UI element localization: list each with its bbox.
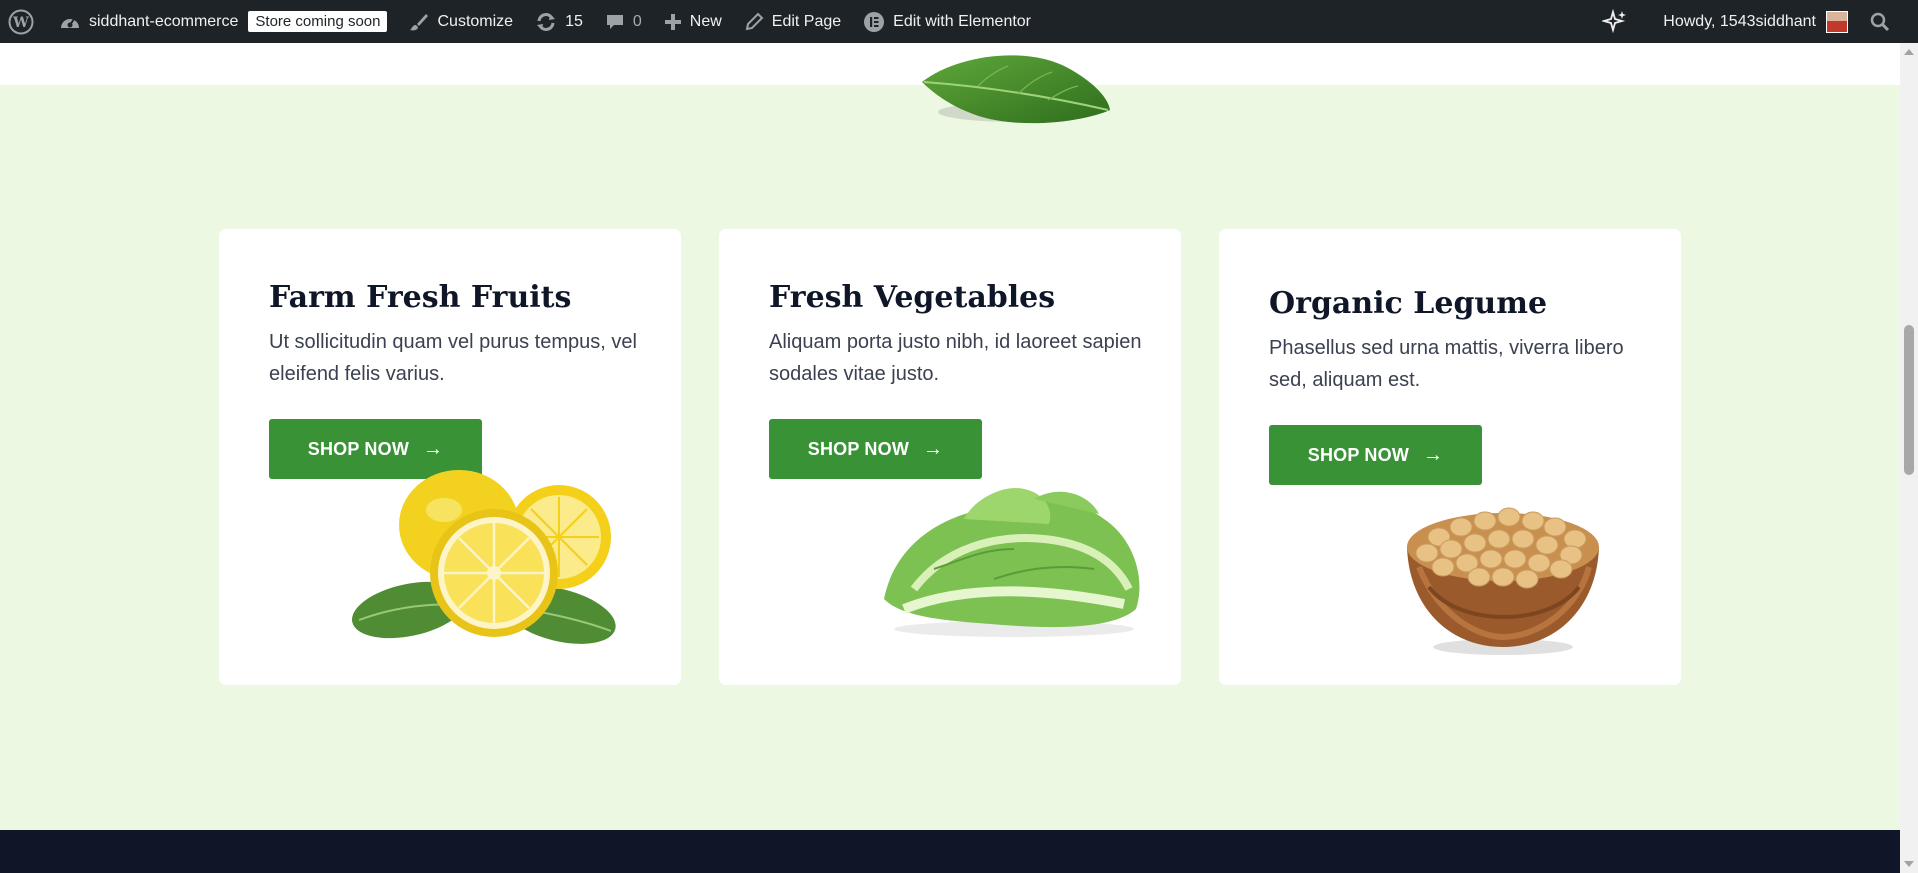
comments-link[interactable]: 0	[594, 0, 653, 43]
svg-text:W: W	[12, 15, 29, 31]
shop-now-button[interactable]: SHOP NOW →	[1269, 425, 1482, 485]
comments-count: 0	[632, 12, 642, 30]
paintbrush-icon	[410, 13, 429, 30]
card-description: Aliquam porta justo nibh, id laoreet sap…	[769, 331, 1142, 385]
updates-count: 15	[565, 12, 583, 30]
category-card-fruits: Farm Fresh Fruits Ut sollicitudin quam v…	[219, 229, 681, 685]
search-icon	[1870, 12, 1890, 31]
shop-now-label: SHOP NOW	[307, 438, 410, 459]
arrow-right-icon: →	[423, 437, 444, 460]
updates-refresh-icon	[537, 12, 556, 31]
wordpress-logo-button[interactable]: W	[0, 0, 45, 43]
edit-page-link[interactable]: Edit Page	[733, 0, 852, 43]
wordpress-icon: W	[8, 9, 34, 34]
scroll-up-arrow-icon[interactable]	[1904, 49, 1914, 55]
plus-icon	[664, 13, 681, 30]
lettuce-image	[884, 488, 1140, 637]
edit-elementor-link[interactable]: Edit with Elementor	[852, 0, 1042, 43]
customize-label: Customize	[437, 12, 514, 30]
site-name-label: siddhant-ecommerce	[89, 12, 239, 30]
updates-link[interactable]: 15	[524, 0, 594, 43]
edit-elementor-label: Edit with Elementor	[893, 12, 1032, 30]
card-description: Ut sollicitudin quam vel purus tempus, v…	[269, 331, 637, 385]
comment-bubble-icon	[606, 14, 623, 29]
category-card-legumes: Organic Legume Phasellus sed urna mattis…	[1219, 229, 1681, 685]
scroll-down-arrow-icon[interactable]	[1904, 861, 1914, 867]
arrow-right-icon: →	[1423, 443, 1444, 466]
elementor-icon	[864, 11, 885, 32]
search-button[interactable]	[1859, 0, 1890, 43]
howdy-label: Howdy, 1543siddhant	[1663, 12, 1816, 30]
my-account-link[interactable]: Howdy, 1543siddhant	[1652, 0, 1859, 43]
edit-page-label: Edit Page	[771, 12, 842, 30]
customize-link[interactable]: Customize	[398, 0, 524, 43]
scrollbar-thumb[interactable]	[1904, 325, 1914, 475]
category-card-vegetables: Fresh Vegetables Aliquam porta justo nib…	[719, 229, 1181, 685]
card-title: Farm Fresh Fruits	[269, 280, 572, 315]
ai-sparkle-button[interactable]	[1591, 0, 1652, 43]
card-description: Phasellus sed urna mattis, viverra liber…	[1269, 337, 1624, 391]
arrow-right-icon: →	[923, 437, 944, 460]
card-title: Fresh Vegetables	[769, 280, 1056, 315]
avatar	[1826, 10, 1848, 33]
footer-section	[0, 830, 1900, 873]
soybeans-bowl-image	[1407, 507, 1599, 655]
page-scrollbar[interactable]	[1900, 43, 1918, 873]
store-status-badge[interactable]: Store coming soon	[248, 11, 388, 32]
card-title: Organic Legume	[1269, 286, 1548, 321]
pencil-icon	[745, 12, 764, 30]
shop-now-label: SHOP NOW	[1307, 444, 1410, 465]
site-name-link[interactable]: siddhant-ecommerce Store coming soon	[45, 0, 398, 43]
basil-leaf-icon	[922, 55, 1110, 124]
new-label: New	[689, 12, 722, 30]
new-content-link[interactable]: New	[653, 0, 733, 43]
sparkle-icon	[1602, 8, 1627, 33]
shop-now-label: SHOP NOW	[807, 438, 910, 459]
wp-admin-bar: W siddhant-ecommerce Store coming soon C…	[0, 0, 1918, 43]
dashboard-gauge-icon	[61, 17, 79, 28]
lemons-image	[352, 470, 616, 644]
shop-now-button[interactable]: SHOP NOW →	[769, 419, 982, 479]
